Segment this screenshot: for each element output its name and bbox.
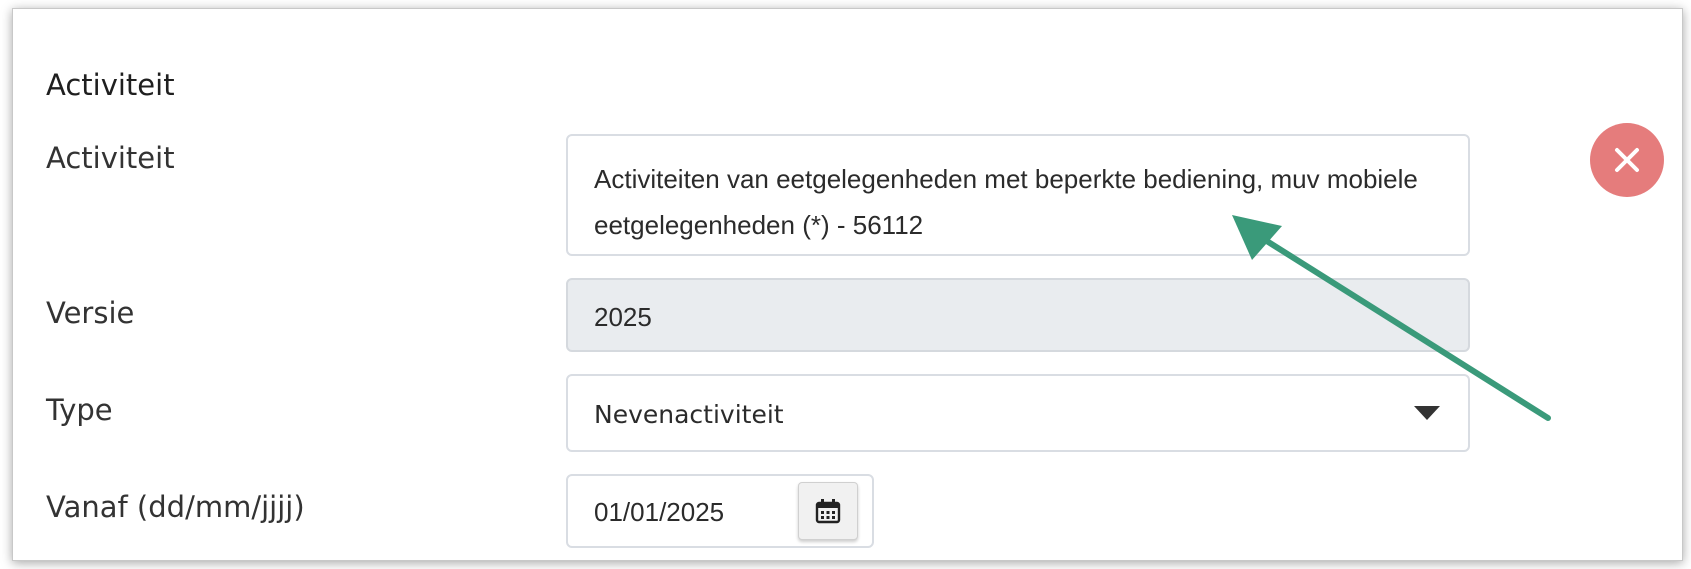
section-title: Activiteit <box>46 68 175 102</box>
calendar-icon <box>815 499 841 524</box>
version-label: Versie <box>46 296 135 330</box>
from-date-value: 01/01/2025 <box>594 497 725 527</box>
type-selected-value: Nevenactiviteit <box>594 400 784 429</box>
from-date-input-group[interactable]: 01/01/2025 <box>566 474 874 548</box>
activity-field[interactable]: Activiteiten van eetgelegenheden met bep… <box>566 134 1470 256</box>
calendar-button[interactable] <box>798 482 858 540</box>
from-date-label: Vanaf (dd/mm/jjjj) <box>46 490 305 524</box>
type-select[interactable]: Nevenactiviteit <box>566 374 1470 452</box>
activity-value: Activiteiten van eetgelegenheden met bep… <box>594 164 1418 240</box>
remove-activity-button[interactable] <box>1590 123 1664 197</box>
caret-down-icon <box>1414 406 1440 420</box>
version-field: 2025 <box>566 278 1470 352</box>
close-icon <box>1615 148 1639 172</box>
version-value: 2025 <box>594 302 652 332</box>
activity-label: Activiteit <box>46 141 175 175</box>
type-label: Type <box>46 393 113 427</box>
